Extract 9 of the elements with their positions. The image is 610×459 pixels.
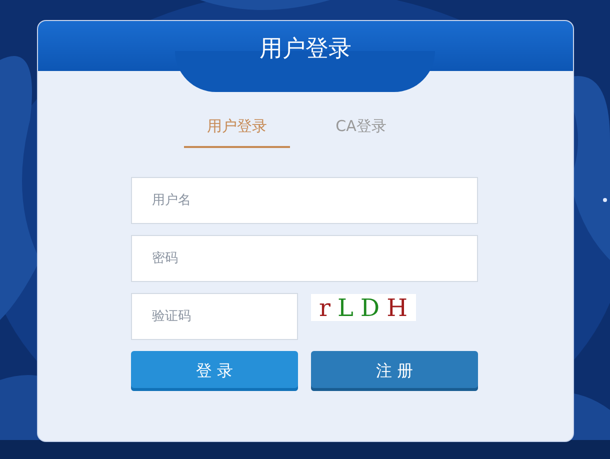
- login-tab[interactable]: 用户登录: [184, 117, 290, 148]
- login-tab[interactable]: CA登录: [308, 117, 414, 148]
- input-field[interactable]: 用户名: [131, 177, 478, 224]
- input-field[interactable]: 密码: [131, 235, 478, 282]
- captcha-image[interactable]: r L D H: [311, 294, 416, 321]
- login-button[interactable]: 登 录: [131, 351, 298, 391]
- register-button[interactable]: 注 册: [311, 351, 478, 391]
- card-title: 用户登录: [260, 35, 352, 63]
- captcha-field[interactable]: 验证码: [131, 293, 298, 340]
